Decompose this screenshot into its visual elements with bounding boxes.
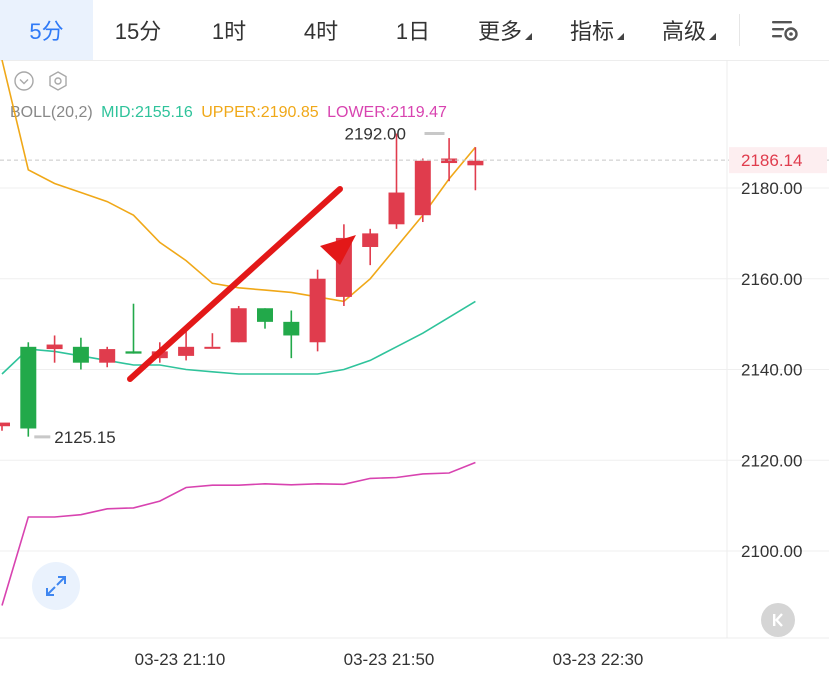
tab-label: 1时 (211, 19, 247, 44)
y-tick-label: 2160.00 (741, 270, 802, 289)
boll-upper-line (1, 60, 477, 303)
tab-indicators[interactable]: 指标 (551, 0, 643, 60)
candle-body (414, 160, 431, 216)
candle-body (441, 158, 458, 164)
tab-label: 1日 (395, 19, 431, 44)
candle-body (0, 422, 10, 427)
timeframe-tabbar: 5分 15分 1时 4时 1日 更多 指标 高级 (0, 0, 829, 61)
candle-body (257, 308, 273, 322)
scroll-to-latest-button[interactable] (761, 603, 795, 637)
candle (388, 133, 405, 229)
x-tick-label: 03-23 22:30 (553, 650, 644, 669)
candle (46, 335, 63, 363)
candle-body (388, 192, 405, 225)
candle-body (230, 308, 247, 343)
chart-settings-button[interactable] (755, 0, 815, 60)
candle-body (20, 346, 37, 429)
tab-label: 指标 (569, 19, 614, 44)
tab-label: 高级 (661, 19, 706, 44)
x-tick-label: 03-23 21:50 (344, 650, 435, 669)
y-tick-label: 2180.00 (741, 179, 802, 198)
y-tick-label: 2140.00 (741, 361, 802, 380)
candle (414, 158, 431, 223)
current-price-label: 2186.14 (741, 151, 802, 170)
candle-body (178, 346, 195, 356)
kline-chart-app: 5分 15分 1时 4时 1日 更多 指标 高级 BOLL(20,2) MID:… (0, 0, 829, 686)
candle (72, 337, 89, 370)
tab-1hour[interactable]: 1时 (183, 0, 275, 60)
candle (204, 333, 221, 349)
tab-label: 更多 (477, 19, 522, 44)
dropdown-caret-icon (617, 32, 624, 40)
dropdown-caret-icon (525, 32, 532, 40)
expand-arrows-icon (46, 576, 66, 596)
tab-more[interactable]: 更多 (459, 0, 551, 60)
candlestick-chart[interactable]: 2180.00 2160.00 2140.00 2120.00 2100.00 03-23… (0, 60, 829, 686)
high-price-label: 2192.00 (345, 125, 406, 144)
chart-settings-icon (772, 21, 798, 41)
y-tick-label: 2120.00 (741, 451, 802, 470)
candle (362, 228, 379, 266)
candle (309, 269, 326, 352)
candle (283, 310, 300, 359)
candle (99, 346, 116, 368)
trend-arrow-shaft (127, 186, 343, 382)
candle (230, 305, 247, 343)
candle-body (283, 321, 300, 336)
candle-body (362, 233, 379, 247)
tab-label: 5分 (29, 19, 64, 44)
candle (257, 308, 273, 329)
tab-1day[interactable]: 1日 (367, 0, 459, 60)
candle-body (99, 349, 116, 363)
x-tick-label: 03-23 21:10 (135, 650, 226, 669)
candle-body (72, 346, 89, 363)
tab-label: 15分 (114, 19, 162, 44)
candle (125, 303, 142, 354)
expand-chart-button[interactable] (32, 562, 80, 610)
candle-body (46, 344, 63, 350)
candle-body (467, 160, 484, 166)
tab-4hour[interactable]: 4时 (275, 0, 367, 60)
candle-body (204, 346, 221, 349)
tab-label: 4时 (303, 19, 339, 44)
candle-body (125, 351, 142, 354)
dropdown-caret-icon (709, 32, 716, 40)
low-price-label: 2125.15 (54, 428, 115, 447)
skip-to-latest-icon (773, 613, 783, 627)
tab-5min[interactable]: 5分 (0, 0, 93, 60)
tab-advanced[interactable]: 高级 (643, 0, 735, 60)
candle (335, 224, 352, 306)
candle-body (309, 278, 326, 343)
candle (0, 422, 10, 431)
tab-divider (739, 14, 740, 46)
tab-15min[interactable]: 15分 (93, 0, 183, 60)
y-tick-label: 2100.00 (741, 542, 802, 561)
candle (20, 342, 37, 437)
